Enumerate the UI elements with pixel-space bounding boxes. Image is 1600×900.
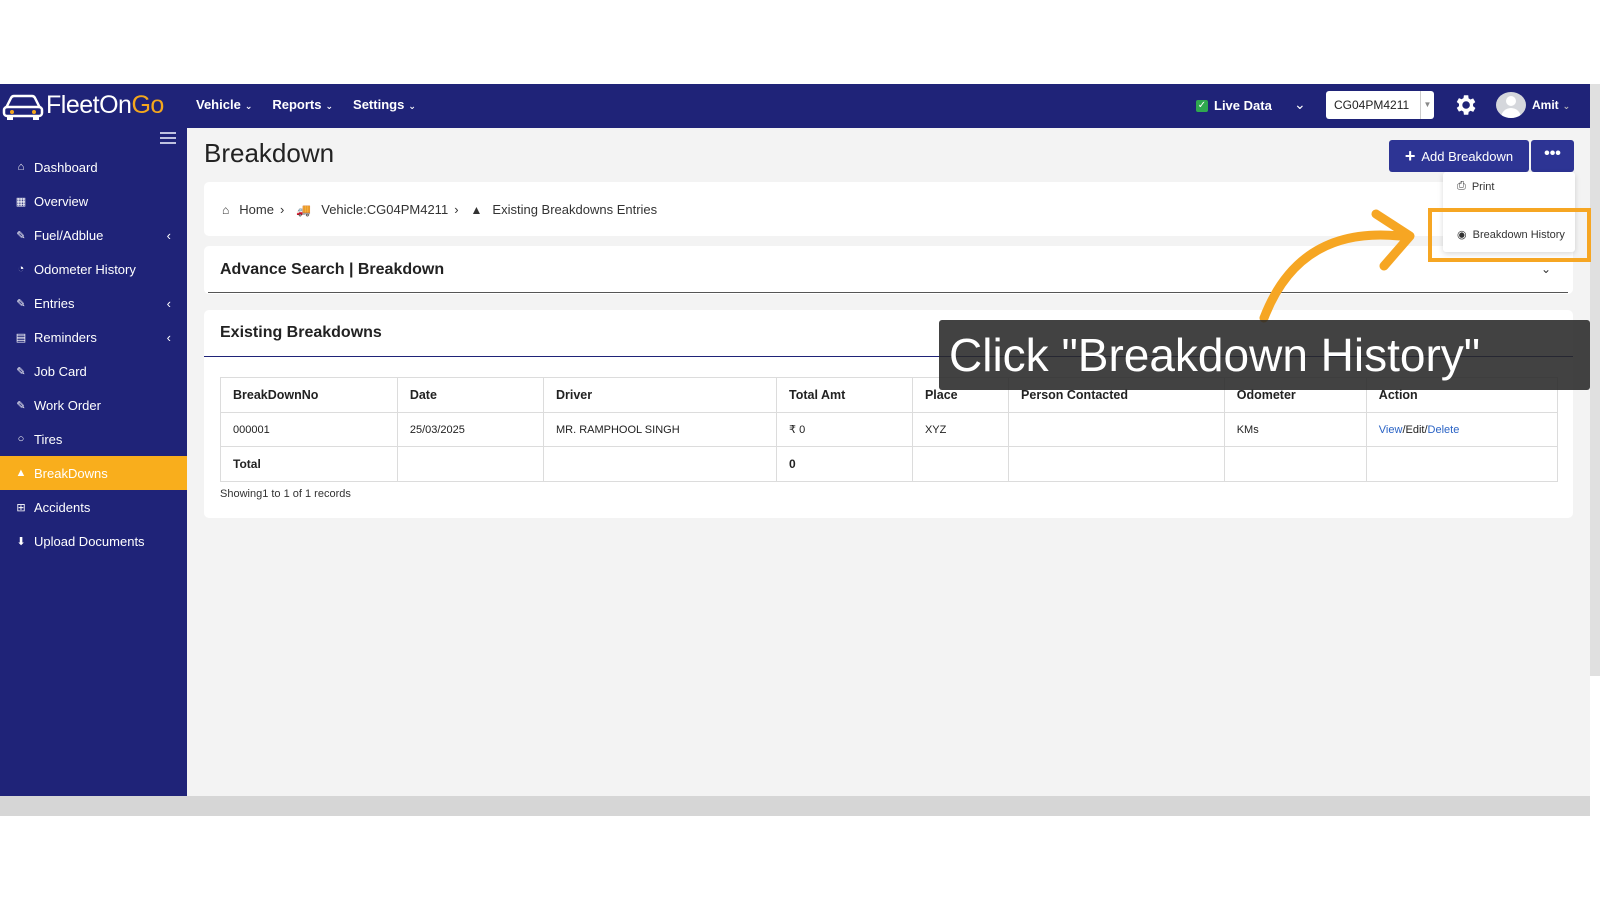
sidebar-item-job-card[interactable]: ✎ Job Card: [0, 354, 187, 388]
top-navbar: FleetOnGo Vehicle ⌄ Reports ⌄ Settings ⌄ ✓ …: [0, 84, 1590, 128]
column-header[interactable]: Driver: [542, 377, 778, 413]
nav-reports[interactable]: Reports ⌄: [272, 97, 333, 112]
view-link[interactable]: View: [1379, 424, 1403, 436]
cell-total-amt: ₹ 0: [776, 412, 913, 447]
sidebar-item-odometer-history[interactable]: ◔ Odometer History: [0, 252, 187, 286]
app-window: FleetOnGo Vehicle ⌄ Reports ⌄ Settings ⌄ ✓ …: [0, 84, 1590, 796]
truck-icon: 🚚: [296, 202, 312, 217]
gear-icon[interactable]: [1452, 92, 1478, 118]
edit-icon: ✎: [16, 229, 26, 242]
calendar-icon: ▤: [15, 331, 27, 344]
annotation-arrow: [1259, 209, 1415, 323]
main-nav: Vehicle ⌄ Reports ⌄ Settings ⌄: [196, 97, 416, 112]
column-header[interactable]: Total Amt: [776, 377, 913, 413]
nav-settings[interactable]: Settings ⌄: [353, 97, 416, 112]
sidebar: ⌂ Dashboard ▦ Overview ✎ Fuel/Adblue ‹ ◔ Odo…: [0, 128, 187, 796]
menu-item-print[interactable]: ⎙ Print: [1457, 180, 1494, 193]
chevron-down-icon: ⌄: [408, 101, 416, 111]
sidebar-item-overview[interactable]: ▦ Overview: [0, 184, 187, 218]
download-icon: ⬇: [16, 535, 26, 548]
total-label: Total: [220, 446, 398, 482]
warning-icon: ▲: [470, 202, 483, 217]
add-breakdown-button[interactable]: + Add Breakdown: [1389, 140, 1529, 172]
more-options-button[interactable]: •••: [1531, 140, 1574, 172]
existing-breakdowns-title: Existing Breakdowns: [220, 324, 382, 341]
logo-text: FleetOnGo: [46, 90, 164, 119]
cell-breakdown-no: 000001: [220, 412, 398, 447]
edit-icon: ✎: [16, 297, 26, 310]
breadcrumb-vehicle[interactable]: Vehicle:CG04PM4211: [321, 202, 448, 217]
breadcrumb-separator: ›: [279, 202, 285, 217]
sidebar-item-reminders[interactable]: ▤ Reminders ‹: [0, 320, 187, 354]
live-data-label: Live Data: [1214, 98, 1272, 113]
car-logo-icon: [2, 94, 44, 120]
page-title: Breakdown: [204, 138, 335, 168]
table-total-row: Total 0: [220, 446, 1559, 482]
plus-square-icon: ⊞: [16, 501, 26, 514]
column-header[interactable]: Date: [396, 377, 544, 413]
cell-driver: MR. RAMPHOOL SINGH: [542, 412, 778, 447]
live-data-toggle[interactable]: ✓ Live Data: [1196, 98, 1272, 113]
highlight-box: [1428, 208, 1591, 262]
chevron-down-icon[interactable]: ⌄: [1294, 96, 1306, 113]
chevron-left-icon: ‹: [166, 227, 171, 243]
vehicle-select[interactable]: CG04PM4211 ▼: [1326, 91, 1434, 119]
home-icon: ⌂: [222, 202, 230, 217]
nav-vehicle[interactable]: Vehicle ⌄: [196, 97, 252, 112]
warning-icon: ▲: [15, 467, 27, 479]
vertical-scrollbar[interactable]: [1590, 84, 1600, 676]
sidebar-item-entries[interactable]: ✎ Entries ‹: [0, 286, 187, 320]
sidebar-item-upload-documents[interactable]: ⬇ Upload Documents: [0, 524, 187, 558]
breadcrumb-home[interactable]: Home: [239, 202, 274, 217]
breadcrumb-separator: ›: [454, 202, 459, 217]
sidebar-item-tires[interactable]: ○ Tires: [0, 422, 187, 456]
circle-icon: ○: [17, 433, 25, 445]
delete-link[interactable]: Delete: [1428, 424, 1460, 436]
column-header[interactable]: BreakDownNo: [220, 377, 398, 413]
horizontal-scrollbar[interactable]: [0, 796, 1590, 816]
edit-icon: ✎: [16, 365, 26, 378]
instruction-banner: Click "Breakdown History": [939, 320, 1590, 390]
edit-icon: ✎: [16, 399, 26, 412]
checkbox-checked-icon[interactable]: ✓: [1196, 99, 1208, 112]
table-row: 000001 25/03/2025 MR. RAMPHOOL SINGH ₹ 0…: [220, 412, 1559, 447]
chevron-down-icon: ⌄: [244, 101, 253, 111]
hamburger-menu-icon[interactable]: [160, 132, 176, 147]
user-menu[interactable]: Amit ⌄: [1532, 98, 1570, 112]
breakdowns-table: BreakDownNo Date Driver Total Amt Place …: [220, 377, 1559, 482]
sidebar-item-fuel-adblue[interactable]: ✎ Fuel/Adblue ‹: [0, 218, 187, 252]
chevron-down-icon: ⌄: [325, 101, 334, 111]
logo[interactable]: FleetOnGo: [2, 88, 164, 122]
avatar[interactable]: [1496, 92, 1526, 118]
records-info: Showing1 to 1 of 1 records: [220, 488, 351, 500]
breadcrumb-current: Existing Breakdowns Entries: [492, 202, 658, 217]
sidebar-item-accidents[interactable]: ⊞ Accidents: [0, 490, 187, 524]
cell-action: View/Edit/Delete: [1365, 412, 1559, 447]
sidebar-item-dashboard[interactable]: ⌂ Dashboard: [0, 150, 187, 184]
cell-place: XYZ: [911, 412, 1010, 447]
plus-icon: +: [1404, 145, 1416, 166]
grid-icon: ▦: [15, 195, 27, 208]
chevron-down-icon: ⌄: [1562, 101, 1571, 111]
cell-person-contacted: [1008, 412, 1225, 447]
cell-date: 25/03/2025: [396, 412, 544, 447]
chevron-down-icon[interactable]: ⌄: [1541, 262, 1551, 276]
total-value: 0: [776, 446, 913, 482]
dashboard-icon: ◔: [17, 263, 25, 275]
chevron-left-icon: ‹: [166, 329, 171, 345]
advance-search-title: Advance Search | Breakdown: [220, 261, 445, 278]
sidebar-item-work-order[interactable]: ✎ Work Order: [0, 388, 187, 422]
home-icon: ⌂: [17, 161, 25, 173]
print-icon: ⎙: [1457, 180, 1466, 192]
cell-odometer: KMs: [1223, 412, 1367, 447]
chevron-left-icon: ‹: [166, 295, 171, 311]
sidebar-item-breakdowns[interactable]: ▲ BreakDowns: [0, 456, 187, 490]
select-arrow-icon: ▼: [1420, 91, 1434, 119]
vehicle-select-value: CG04PM4211: [1334, 98, 1410, 112]
edit-link[interactable]: Edit: [1406, 424, 1425, 436]
